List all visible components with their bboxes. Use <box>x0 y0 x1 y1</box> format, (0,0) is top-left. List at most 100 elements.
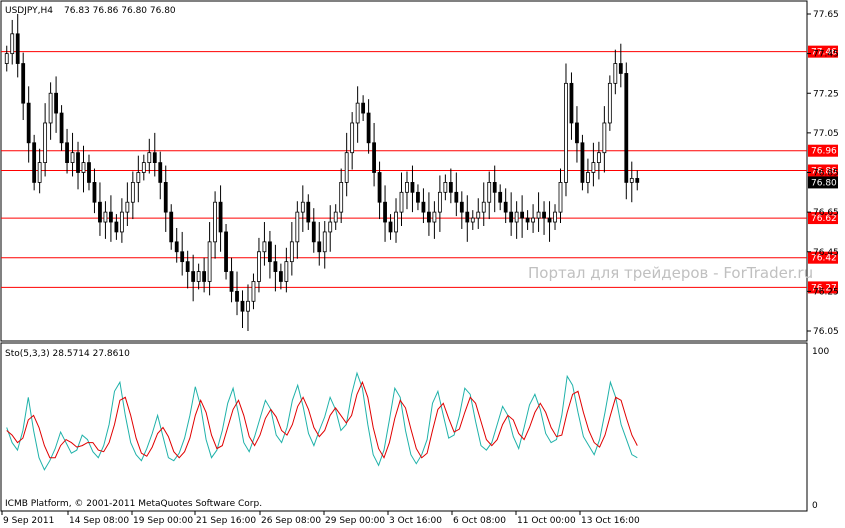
candle-body <box>443 182 448 193</box>
candle-body <box>427 211 431 223</box>
candle-body <box>119 211 124 233</box>
candle-body <box>383 201 387 223</box>
candle-body <box>470 217 475 223</box>
candle-body <box>596 152 601 163</box>
time-tick-label: 13 Oct 16:00 <box>581 516 640 526</box>
candle-body <box>185 261 190 272</box>
candle-body <box>377 172 382 203</box>
candle-body <box>432 211 437 223</box>
price-tick-label: 76.65 <box>813 208 839 218</box>
candle-body <box>586 172 590 183</box>
candle-body <box>70 152 75 163</box>
candle-body <box>32 142 37 183</box>
candle-body <box>635 178 640 183</box>
candle-body <box>257 251 261 282</box>
time-tick-label: 11 Oct 00:00 <box>517 516 576 526</box>
copyright-label: ICMB Platform, © 2001-2011 MetaQuotes So… <box>5 499 262 509</box>
candle-body <box>454 191 459 203</box>
time-tick-label: 21 Sep 16:00 <box>196 516 256 526</box>
candle-body <box>416 191 420 203</box>
candle-body <box>421 201 426 213</box>
time-tick-label: 14 Sep 08:00 <box>69 516 129 526</box>
price-tick-label: 77.45 <box>813 50 839 60</box>
candle-body <box>388 221 393 233</box>
candle-body <box>103 211 108 223</box>
candle-body <box>531 217 535 223</box>
candle-body <box>98 201 102 223</box>
candle-body <box>394 211 398 233</box>
candle-body <box>251 281 256 302</box>
stochastic-panel[interactable] <box>0 342 808 512</box>
candle-body <box>317 241 322 253</box>
candle-body <box>213 201 217 243</box>
candle-body <box>65 142 69 163</box>
candle-body <box>355 102 360 124</box>
candle-body <box>492 182 497 193</box>
candle-body <box>15 33 20 64</box>
candle-body <box>509 211 514 223</box>
time-tick-label: 3 Oct 16:00 <box>389 516 442 526</box>
current-price-label: 76.80 <box>811 178 837 188</box>
candle-body <box>344 152 349 183</box>
candle-body <box>289 241 294 263</box>
candle-body <box>569 82 574 124</box>
stochastic-scale-top: 100 <box>812 347 829 357</box>
candle-body <box>147 152 152 163</box>
candle-body <box>114 221 119 233</box>
candle-body <box>372 142 376 173</box>
candle-body <box>235 290 239 302</box>
candle-body <box>607 82 612 124</box>
level-tag-label: 76.96 <box>811 147 837 157</box>
candle-body <box>547 217 552 223</box>
candle-body <box>525 217 530 223</box>
candle-body <box>278 271 283 282</box>
time-tick-label: 19 Sep 00:00 <box>133 516 193 526</box>
candle-body <box>109 211 113 223</box>
candle-body <box>48 92 53 124</box>
price-tick-label: 76.25 <box>813 287 839 297</box>
candle-body <box>618 63 623 74</box>
candle-body <box>207 241 212 282</box>
candle-body <box>76 152 80 173</box>
candle-body <box>322 231 327 253</box>
candle-body <box>300 201 305 213</box>
time-tick-label: 6 Oct 08:00 <box>453 516 506 526</box>
candle-body <box>448 182 453 193</box>
candle-body <box>202 271 207 282</box>
candle-body <box>591 162 596 173</box>
candle-body <box>564 82 568 183</box>
time-tick-label: 29 Sep 00:00 <box>325 516 385 526</box>
candle-body <box>21 63 26 104</box>
candle-body <box>196 271 201 282</box>
candle-body <box>81 162 86 173</box>
candle-body <box>26 102 31 144</box>
chart-window[interactable]: 77.4676.9676.8676.6276.4276.2776.80 77.6… <box>0 0 845 528</box>
candle-body <box>333 211 338 223</box>
time-tick-label: 9 Sep 2011 <box>3 516 54 526</box>
candle-body <box>536 211 541 219</box>
candle-body <box>399 191 404 213</box>
candle-body <box>180 251 185 263</box>
price-tick-label: 76.45 <box>813 248 839 258</box>
candle-body <box>405 182 409 193</box>
candle-body <box>268 241 272 263</box>
candle-body <box>465 211 470 223</box>
candle-body <box>136 172 141 183</box>
ohlc-values: 76.83 76.86 76.80 76.80 <box>64 6 176 16</box>
candle-body <box>558 182 563 213</box>
candle-body <box>459 201 464 213</box>
watermark: Портал для трейдеров - ForTrader.ru <box>528 264 813 282</box>
candle-body <box>629 178 634 183</box>
candle-body <box>624 73 629 183</box>
candle-body <box>125 201 130 213</box>
candle-body <box>284 261 289 282</box>
candle-body <box>246 300 250 312</box>
candle-body <box>306 201 311 223</box>
candle-body <box>575 122 579 144</box>
candle-body <box>158 162 163 183</box>
candle-body <box>295 211 300 243</box>
symbol-label: USDJPY,H4 <box>5 6 53 16</box>
candle-body <box>476 211 481 219</box>
candle-body <box>613 63 618 84</box>
candle-body <box>4 53 9 64</box>
